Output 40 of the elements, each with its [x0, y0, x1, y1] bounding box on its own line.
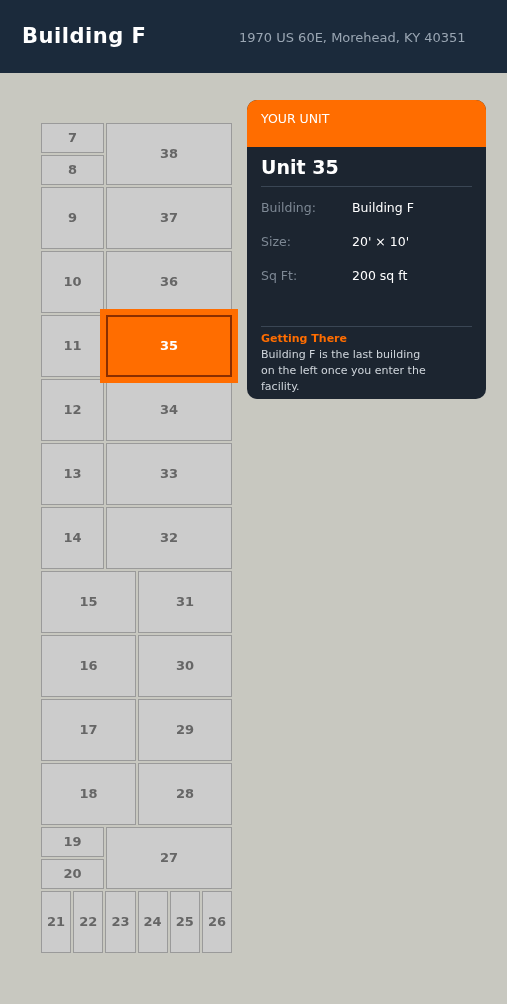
storage-unit[interactable]: 20: [41, 859, 104, 889]
address-text: 1970 US 60E, Morehead, KY 40351: [239, 29, 466, 48]
building-title: Building F: [22, 22, 148, 50]
storage-unit[interactable]: 18: [41, 763, 136, 825]
directions-heading: Getting There: [261, 330, 348, 347]
detail-label: Sq Ft:: [261, 267, 299, 286]
storage-unit[interactable]: 25: [169, 891, 200, 953]
detail-value: 20' × 10': [352, 233, 410, 252]
storage-unit[interactable]: 8: [41, 155, 104, 185]
storage-unit[interactable]: 31: [138, 571, 232, 633]
storage-unit[interactable]: 12: [41, 379, 104, 441]
storage-unit[interactable]: 24: [137, 891, 168, 953]
storage-unit[interactable]: 15: [41, 571, 136, 633]
directions-text: Building F is the last building on the left once you enter the facility.: [261, 347, 427, 395]
storage-unit[interactable]: 26: [201, 891, 233, 953]
detail-label: Size:: [261, 233, 292, 252]
storage-unit[interactable]: 19: [41, 827, 104, 857]
detail-label: Building:: [261, 199, 317, 218]
storage-unit[interactable]: 13: [41, 443, 104, 505]
storage-unit[interactable]: 27: [106, 827, 232, 889]
storage-unit[interactable]: 32: [106, 507, 232, 569]
storage-unit[interactable]: 28: [138, 763, 232, 825]
storage-unit[interactable]: 30: [138, 635, 232, 697]
detail-value: 200 sq ft: [352, 267, 408, 286]
storage-unit[interactable]: 37: [106, 187, 232, 249]
storage-unit[interactable]: 17: [41, 699, 136, 761]
storage-unit[interactable]: 7: [41, 123, 104, 153]
storage-unit[interactable]: 33: [106, 443, 232, 505]
storage-unit[interactable]: 10: [41, 251, 104, 313]
card-label: YOUR UNIT: [261, 111, 330, 126]
detail-value: Building F: [352, 199, 414, 218]
storage-unit[interactable]: 16: [41, 635, 136, 697]
storage-unit[interactable]: 9: [41, 187, 104, 249]
storage-unit[interactable]: 38: [106, 123, 232, 185]
storage-unit[interactable]: 29: [138, 699, 232, 761]
storage-unit[interactable]: 14: [41, 507, 104, 569]
unit-title: Unit 35: [261, 147, 472, 187]
storage-unit[interactable]: 23: [105, 891, 136, 953]
storage-unit[interactable]: 22: [73, 891, 104, 953]
storage-unit[interactable]: 21: [41, 891, 72, 953]
